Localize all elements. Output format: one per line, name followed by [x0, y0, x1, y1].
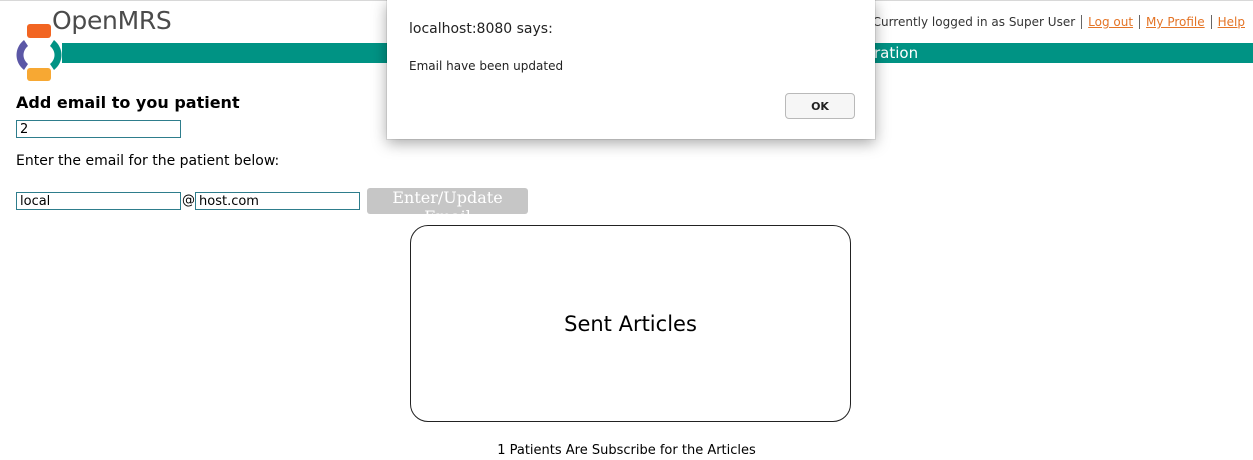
email-domain-input[interactable] — [195, 192, 360, 210]
patient-id-input[interactable] — [16, 120, 181, 138]
dialog-title: localhost:8080 says: — [409, 21, 553, 37]
navigation-bar-text: ration — [874, 44, 919, 62]
page-title: Add email to you patient — [16, 93, 240, 112]
app-logo-text: OpenMRS — [52, 6, 172, 35]
dialog-ok-button[interactable]: OK — [785, 93, 855, 119]
user-bar: Currently logged in as Super User Log ou… — [873, 15, 1253, 29]
divider — [1081, 15, 1083, 29]
divider — [1139, 15, 1141, 29]
dialog-message: Email have been updated — [409, 59, 564, 73]
logged-in-status: Currently logged in as Super User — [872, 15, 1076, 29]
email-local-part-input[interactable] — [16, 192, 181, 210]
my-profile-link[interactable]: My Profile — [1146, 15, 1205, 29]
email-instruction: Enter the email for the patient below: — [16, 153, 280, 169]
subscription-count-text: 1 Patients Are Subscribe for the Article… — [497, 443, 756, 458]
help-link[interactable]: Help — [1218, 15, 1245, 29]
update-email-button[interactable]: Enter/Update Email — [367, 188, 528, 226]
logout-link[interactable]: Log out — [1088, 15, 1133, 29]
alert-dialog: localhost:8080 says: Email have been upd… — [387, 0, 875, 139]
divider — [1210, 15, 1212, 29]
sent-articles-panel[interactable]: Sent Articles — [410, 225, 851, 422]
at-sign-label: @ — [182, 193, 195, 208]
sent-articles-title: Sent Articles — [564, 311, 697, 336]
